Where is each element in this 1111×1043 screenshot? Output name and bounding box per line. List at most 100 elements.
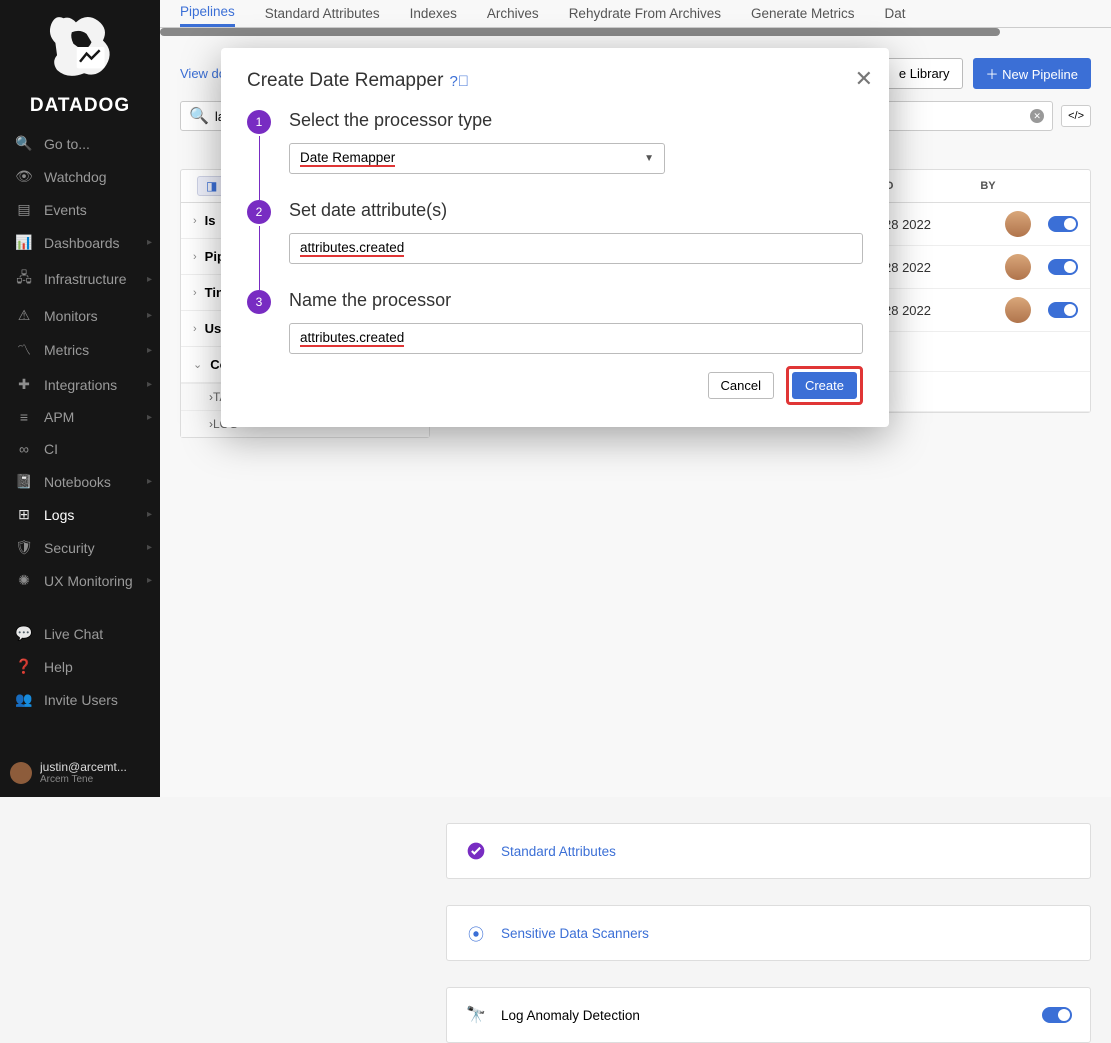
feature-label: Standard Attributes bbox=[501, 844, 616, 859]
nav-metrics[interactable]: 〽Metrics▸ bbox=[0, 332, 160, 368]
cancel-button[interactable]: Cancel bbox=[708, 372, 774, 399]
col-by: BY bbox=[958, 180, 1018, 192]
nav-label: Go to... bbox=[44, 136, 90, 152]
pipeline-toggle[interactable] bbox=[1048, 259, 1078, 275]
nav-label: UX Monitoring bbox=[44, 573, 133, 589]
button-label: New Pipeline bbox=[1002, 67, 1078, 82]
user-org: Arcem Tene bbox=[40, 774, 127, 785]
nav-monitors[interactable]: ⚠ Monitors ▸ bbox=[0, 299, 160, 332]
nav-livechat[interactable]: 💬 Live Chat bbox=[0, 617, 160, 650]
chevron-down-icon: ▼ bbox=[644, 153, 654, 164]
chat-icon: 💬 bbox=[14, 625, 34, 642]
feature-label: Log Anomaly Detection bbox=[501, 1008, 640, 1023]
binoculars-icon: 👁 bbox=[14, 168, 34, 185]
tab-archives[interactable]: Archives bbox=[487, 6, 539, 27]
nav-ci[interactable]: ∞CI bbox=[0, 433, 160, 465]
select-value: Date Remapper bbox=[300, 150, 395, 167]
step-title: Select the processor type bbox=[289, 110, 863, 131]
create-processor-modal: Create Date Remapper ?⃝ ✕ 1 Select the p… bbox=[221, 48, 889, 427]
nav-label: Integrations bbox=[44, 377, 117, 393]
horizontal-scrollbar[interactable] bbox=[160, 28, 1000, 36]
modal-title: Create Date Remapper ?⃝ bbox=[247, 70, 863, 92]
step-3: 3 Name the processor attributes.created bbox=[247, 290, 863, 354]
tab-indexes[interactable]: Indexes bbox=[410, 6, 457, 27]
user-footer[interactable]: justin@arcemt... Arcem Tene bbox=[0, 755, 160, 791]
feature-standard-attributes[interactable]: Standard Attributes bbox=[446, 823, 1091, 879]
puzzle-icon: ✚ bbox=[14, 376, 34, 393]
chevron-right-icon: › bbox=[193, 323, 197, 335]
notebook-icon: 📓 bbox=[14, 473, 34, 490]
nav-list: 🔍Go to... 👁 Watchdog ▤ Events 📊Dashboards▸… bbox=[0, 127, 160, 597]
check-circle-icon bbox=[465, 840, 487, 862]
nav-label: Live Chat bbox=[44, 626, 103, 642]
feature-label: Sensitive Data Scanners bbox=[501, 926, 649, 941]
help-icon[interactable]: ?⃝ bbox=[449, 73, 469, 90]
nav-label: Invite Users bbox=[44, 692, 118, 708]
nav-label: Monitors bbox=[44, 308, 98, 324]
metrics-icon: 〽 bbox=[14, 340, 34, 360]
nav-label: Infrastructure bbox=[44, 271, 126, 287]
modal-actions: Cancel Create bbox=[247, 366, 863, 405]
brand-name: DATADOG bbox=[0, 95, 160, 117]
nav-notebooks[interactable]: 📓Notebooks▸ bbox=[0, 465, 160, 498]
nav-watchdog[interactable]: 👁 Watchdog bbox=[0, 160, 160, 193]
nav-ux[interactable]: ✺UX Monitoring▸ bbox=[0, 564, 160, 597]
nav-infrastructure[interactable]: 🖧Infrastructure▸ bbox=[0, 259, 160, 299]
server-icon: 🖧 bbox=[14, 267, 34, 291]
nav-security[interactable]: 🛡Security▸ bbox=[0, 531, 160, 564]
nav-label: Dashboards bbox=[44, 235, 120, 251]
list-icon: ▤ bbox=[14, 201, 34, 218]
create-button[interactable]: Create bbox=[792, 372, 857, 399]
step-title: Name the processor bbox=[289, 290, 863, 311]
nav-logs[interactable]: ⊞Logs▸ bbox=[0, 498, 160, 531]
feature-anomaly: 🔭 Log Anomaly Detection bbox=[446, 987, 1091, 1043]
filter-label: Is bbox=[205, 213, 216, 228]
tab-pipelines[interactable]: Pipelines bbox=[180, 4, 235, 27]
nav-dashboards[interactable]: 📊Dashboards▸ bbox=[0, 226, 160, 259]
step-number: 2 bbox=[247, 200, 271, 224]
processor-name-input[interactable]: attributes.created bbox=[289, 323, 863, 354]
tab-rehydrate[interactable]: Rehydrate From Archives bbox=[569, 6, 721, 27]
tab-generate-metrics[interactable]: Generate Metrics bbox=[751, 6, 855, 27]
new-pipeline-button[interactable]: ＋ New Pipeline bbox=[973, 58, 1092, 89]
nav-label: CI bbox=[44, 441, 58, 457]
view-docs-link[interactable]: View do bbox=[180, 66, 226, 81]
pipeline-toggle[interactable] bbox=[1048, 216, 1078, 232]
browse-library-button[interactable]: e Library bbox=[886, 58, 963, 89]
chevron-right-icon: ▸ bbox=[147, 310, 152, 321]
shield-icon: 🛡 bbox=[14, 539, 34, 556]
alert-icon: ⚠ bbox=[14, 307, 34, 324]
anomaly-toggle[interactable] bbox=[1042, 1007, 1072, 1023]
chevron-right-icon: ▸ bbox=[147, 476, 152, 487]
feature-sensitive-data[interactable]: ⦿ Sensitive Data Scanners bbox=[446, 905, 1091, 961]
step-number: 1 bbox=[247, 110, 271, 134]
nav-label: Watchdog bbox=[44, 169, 107, 185]
nav-invite[interactable]: 👥Invite Users bbox=[0, 683, 160, 716]
nav-events[interactable]: ▤ Events bbox=[0, 193, 160, 226]
pipeline-toggle[interactable] bbox=[1048, 302, 1078, 318]
logs-icon: ⊞ bbox=[14, 506, 34, 523]
nav-integrations[interactable]: ✚ Integrations ▸ bbox=[0, 368, 160, 401]
tabs-row: Pipelines Standard Attributes Indexes Ar… bbox=[160, 0, 1111, 28]
processor-type-select[interactable]: Date Remapper ▼ bbox=[289, 143, 665, 174]
tab-standard-attributes[interactable]: Standard Attributes bbox=[265, 6, 380, 27]
user-email: justin@arcemt... bbox=[40, 761, 127, 774]
close-button[interactable]: ✕ bbox=[855, 66, 873, 92]
plus-icon: ＋ bbox=[986, 67, 1003, 82]
filter-label: Us bbox=[205, 321, 222, 336]
nav-help[interactable]: ❓Help bbox=[0, 650, 160, 683]
chevron-right-icon: ▸ bbox=[147, 542, 152, 553]
create-highlight: Create bbox=[786, 366, 863, 405]
tab-more[interactable]: Dat bbox=[885, 6, 906, 27]
nav-apm[interactable]: ≡APM▸ bbox=[0, 401, 160, 433]
chevron-right-icon: › bbox=[193, 215, 197, 227]
chevron-down-icon: ⌄ bbox=[193, 358, 202, 371]
code-toggle-button[interactable]: </> bbox=[1061, 105, 1091, 127]
chevron-right-icon: ▸ bbox=[147, 379, 152, 390]
nav-label: Events bbox=[44, 202, 87, 218]
date-attributes-input[interactable]: attributes.created bbox=[289, 233, 863, 264]
nav-goto[interactable]: 🔍Go to... bbox=[0, 127, 160, 160]
clear-search-icon[interactable]: ✕ bbox=[1030, 109, 1044, 123]
logo-area: DATADOG bbox=[0, 0, 160, 127]
chevron-right-icon: › bbox=[193, 287, 197, 299]
